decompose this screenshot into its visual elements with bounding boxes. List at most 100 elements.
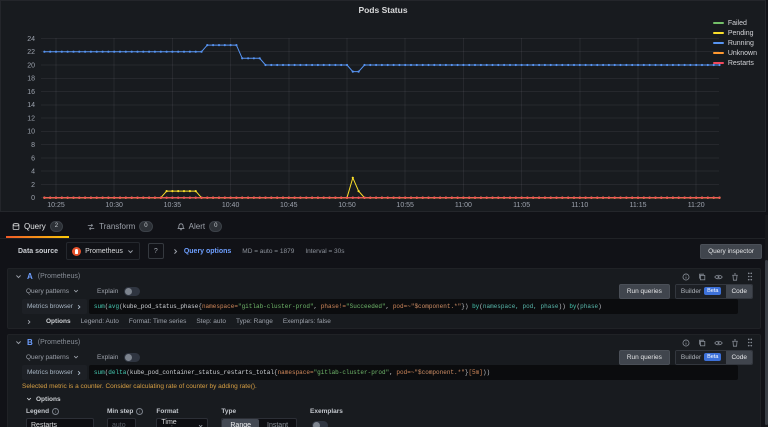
- step-stat: Step: auto: [196, 318, 226, 325]
- legend-item-pending[interactable]: Pending: [713, 28, 757, 38]
- info-icon: i: [136, 408, 143, 415]
- code-mode-button[interactable]: Code: [726, 285, 752, 298]
- chevron-right-icon: [76, 304, 82, 310]
- datasource-picker[interactable]: Prometheus: [66, 242, 140, 260]
- explain-toggle[interactable]: [124, 287, 140, 296]
- legend-stat: Legend: Auto: [81, 318, 119, 325]
- info-icon[interactable]: [682, 273, 690, 281]
- legend-series-swatch: [713, 52, 724, 54]
- query-options-summary[interactable]: Options Legend: Auto Format: Time series…: [8, 315, 760, 328]
- query-options-toggle[interactable]: Query options MD = auto = 1879 Interval …: [172, 248, 345, 255]
- svg-text:11:15: 11:15: [630, 202, 647, 209]
- alert-count-badge: 0: [209, 221, 222, 232]
- duplicate-icon[interactable]: [698, 339, 706, 347]
- format-select[interactable]: Time series: [156, 418, 208, 427]
- datasource-help-button[interactable]: ?: [148, 243, 164, 259]
- query-patterns-dropdown[interactable]: Query patterns: [26, 354, 69, 361]
- counter-warning: Selected metric is a counter. Consider c…: [8, 381, 760, 392]
- builder-mode-button[interactable]: Builder Beta: [676, 285, 727, 298]
- chevron-right-icon: [172, 248, 179, 255]
- options-collapse-header[interactable]: Options: [8, 393, 760, 405]
- svg-text:24: 24: [27, 36, 35, 43]
- legend-item-running[interactable]: Running: [713, 38, 757, 48]
- ref-id[interactable]: A: [27, 272, 33, 281]
- editor-mode-switcher: Builder Beta Code: [675, 350, 753, 365]
- eye-icon[interactable]: [714, 273, 723, 281]
- explain-toggle[interactable]: [124, 353, 140, 362]
- type-field-label: Type: [221, 408, 236, 415]
- tab-label: Alert: [189, 222, 205, 231]
- drag-handle-icon[interactable]: [747, 338, 753, 347]
- type-segmented-control: Range Instant: [221, 418, 297, 427]
- legend-field-label: Legend: [26, 408, 49, 415]
- trash-icon[interactable]: [731, 273, 739, 281]
- query-row-b: B (Prometheus) Query patterns Explain Ru…: [7, 334, 761, 427]
- svg-text:10:40: 10:40: [222, 202, 240, 209]
- metrics-browser-toggle[interactable]: Metrics browser: [22, 299, 87, 314]
- info-icon[interactable]: [682, 339, 690, 347]
- interval-stat: Interval = 30s: [305, 248, 344, 255]
- prometheus-icon: [72, 247, 81, 256]
- type-instant-button[interactable]: Instant: [259, 419, 296, 427]
- svg-text:11:05: 11:05: [513, 202, 530, 209]
- beta-badge: Beta: [704, 353, 721, 361]
- legend-input[interactable]: Restarts: [26, 418, 94, 427]
- query-toolbar: Data source Prometheus ? Query options M…: [0, 239, 768, 263]
- legend-series-swatch: [713, 22, 724, 24]
- svg-text:10:55: 10:55: [396, 202, 414, 209]
- panel-editor-tabs: Query 2 Transform 0 Alert 0: [0, 215, 768, 239]
- query-options-fields: Legend i Restarts Min stepi auto Format T…: [8, 405, 760, 427]
- database-icon: [12, 223, 20, 231]
- transform-count-badge: 0: [139, 221, 152, 232]
- legend-item-restarts[interactable]: Restarts: [713, 58, 757, 68]
- trash-icon[interactable]: [731, 339, 739, 347]
- svg-text:10:50: 10:50: [338, 202, 356, 209]
- explain-label: Explain: [97, 288, 118, 295]
- tab-transform[interactable]: Transform 0: [79, 221, 161, 238]
- legend-item-failed[interactable]: Failed: [713, 18, 757, 28]
- duplicate-icon[interactable]: [698, 273, 706, 281]
- format-stat: Format: Time series: [129, 318, 186, 325]
- code-mode-button[interactable]: Code: [726, 351, 752, 364]
- chevron-down-icon: [73, 288, 79, 294]
- metrics-browser-toggle[interactable]: Metrics browser: [22, 365, 87, 380]
- tab-label: Query: [24, 222, 46, 231]
- chevron-down-icon: [198, 423, 203, 427]
- legend-series-swatch: [713, 42, 724, 44]
- run-queries-button[interactable]: Run queries: [619, 350, 670, 365]
- query-expression[interactable]: sum(avg(kube_pod_status_phase{namespace=…: [89, 299, 738, 314]
- svg-text:6: 6: [31, 155, 35, 162]
- legend-series-label: Pending: [728, 30, 754, 37]
- type-range-button[interactable]: Range: [222, 419, 259, 427]
- query-patterns-dropdown[interactable]: Query patterns: [26, 288, 69, 295]
- svg-text:4: 4: [31, 169, 35, 176]
- transform-icon: [87, 223, 95, 231]
- collapse-icon[interactable]: [15, 339, 22, 346]
- format-field-group: Format Time series: [156, 407, 208, 427]
- chart-legend: Failed PendingRunning UnknownRestarts: [713, 18, 757, 68]
- tab-alert[interactable]: Alert 0: [169, 221, 231, 238]
- query-expression[interactable]: sum(delta(kube_pod_container_status_rest…: [89, 365, 738, 380]
- exemplars-toggle[interactable]: [312, 421, 328, 427]
- chevron-right-icon: [76, 370, 82, 376]
- legend-item-unknown[interactable]: Unknown: [713, 48, 757, 58]
- min-step-input[interactable]: auto: [107, 418, 136, 427]
- query-inspector-button[interactable]: Query inspector: [700, 244, 762, 259]
- tab-query[interactable]: Query 2: [4, 221, 71, 238]
- collapse-icon[interactable]: [15, 273, 22, 280]
- grafana-panel-editor: Pods Status 02468101214161820222410:2510…: [0, 0, 768, 427]
- svg-text:0: 0: [31, 195, 35, 202]
- legend-series-label: Unknown: [728, 50, 757, 57]
- legend-series-swatch: [713, 32, 724, 34]
- eye-icon[interactable]: [714, 339, 723, 347]
- run-queries-button[interactable]: Run queries: [619, 284, 670, 299]
- svg-text:16: 16: [27, 89, 35, 96]
- legend-series-swatch: [713, 62, 724, 64]
- editor-mode-switcher: Builder Beta Code: [675, 284, 753, 299]
- svg-text:10:25: 10:25: [47, 202, 65, 209]
- svg-text:22: 22: [27, 49, 35, 56]
- ref-id[interactable]: B: [27, 338, 33, 347]
- min-step-field-group: Min stepi auto: [107, 407, 143, 427]
- builder-mode-button[interactable]: Builder Beta: [676, 351, 727, 364]
- drag-handle-icon[interactable]: [747, 272, 753, 281]
